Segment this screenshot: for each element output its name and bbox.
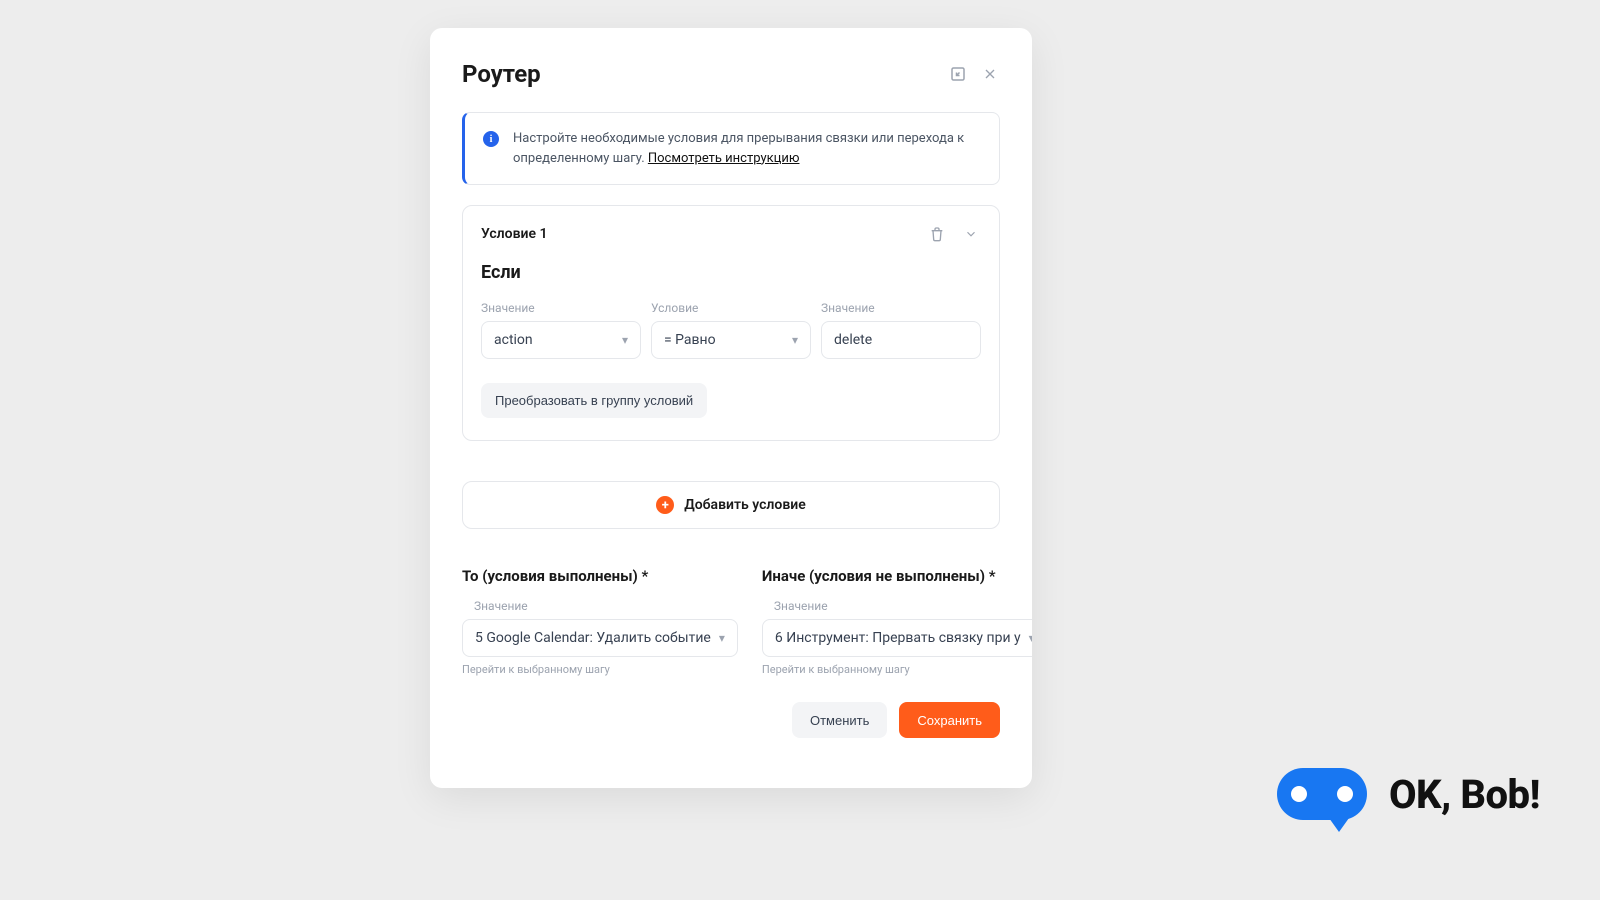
operator-value-text: = Равно	[664, 332, 716, 348]
then-title: То (условия выполнены) *	[462, 567, 738, 585]
operator-field: Условие = Равно ▾	[651, 301, 811, 359]
add-condition-button[interactable]: + Добавить условие	[462, 481, 1000, 529]
info-banner: Настройте необходимые условия для прерыв…	[462, 112, 1000, 185]
condition-header: Условие 1	[481, 224, 981, 244]
logo-dot	[1291, 786, 1307, 802]
else-label: Значение	[774, 599, 1032, 613]
plus-icon: +	[656, 496, 674, 514]
save-button[interactable]: Сохранить	[899, 702, 1000, 738]
then-value-text: 5 Google Calendar: Удалить событие	[475, 630, 711, 646]
then-select[interactable]: 5 Google Calendar: Удалить событие ▾	[462, 619, 738, 657]
left-label: Значение	[481, 301, 641, 315]
right-value-input[interactable]: delete	[821, 321, 981, 359]
info-link[interactable]: Посмотреть инструкцию	[648, 151, 800, 166]
else-branch: Иначе (условия не выполнены) * Значение …	[762, 567, 1032, 676]
left-value-select[interactable]: action ▾	[481, 321, 641, 359]
expand-icon[interactable]	[948, 64, 968, 84]
trash-icon[interactable]	[927, 224, 947, 244]
left-value-text: action	[494, 332, 533, 348]
right-value-text: delete	[834, 332, 872, 348]
chevron-down-icon: ▾	[622, 333, 628, 347]
convert-to-group-button[interactable]: Преобразовать в группу условий	[481, 383, 707, 418]
else-hint: Перейти к выбранному шагу	[762, 663, 1032, 676]
modal-footer: Отменить Сохранить	[462, 702, 1000, 738]
else-title: Иначе (условия не выполнены) *	[762, 567, 1032, 585]
cancel-button[interactable]: Отменить	[792, 702, 887, 738]
right-field: Значение delete	[821, 301, 981, 359]
right-label: Значение	[821, 301, 981, 315]
brand-overlay: OK, Bob!	[1277, 768, 1540, 820]
modal-header: Роутер	[462, 60, 1000, 88]
condition-title: Условие 1	[481, 226, 547, 242]
then-branch: То (условия выполнены) * Значение 5 Goog…	[462, 567, 738, 676]
operator-select[interactable]: = Равно ▾	[651, 321, 811, 359]
logo-dot	[1337, 786, 1353, 802]
brand-text: OK, Bob!	[1389, 771, 1540, 818]
add-condition-label: Добавить условие	[684, 497, 806, 513]
left-field: Значение action ▾	[481, 301, 641, 359]
operator-label: Условие	[651, 301, 811, 315]
condition-card: Условие 1 Если Значение action ▾ Усло	[462, 205, 1000, 441]
else-select[interactable]: 6 Инструмент: Прервать связку при у ▾	[762, 619, 1032, 657]
chevron-down-icon: ▾	[719, 631, 725, 645]
chevron-down-icon: ▾	[792, 333, 798, 347]
branches: То (условия выполнены) * Значение 5 Goog…	[462, 567, 1000, 676]
if-label: Если	[481, 262, 981, 283]
info-text: Настройте необходимые условия для прерыв…	[513, 129, 981, 168]
then-hint: Перейти к выбранному шагу	[462, 663, 738, 676]
brand-logo-icon	[1277, 768, 1367, 820]
close-icon[interactable]	[980, 64, 1000, 84]
modal-title: Роутер	[462, 60, 541, 88]
condition-fields: Значение action ▾ Условие = Равно ▾ Знач…	[481, 301, 981, 359]
header-actions	[948, 64, 1000, 84]
condition-actions	[927, 224, 981, 244]
else-value-text: 6 Инструмент: Прервать связку при у	[775, 630, 1021, 646]
chevron-down-icon: ▾	[1029, 631, 1032, 645]
chevron-down-icon[interactable]	[961, 224, 981, 244]
then-label: Значение	[474, 599, 738, 613]
info-icon	[483, 131, 499, 147]
router-modal: Роутер Настройте необходимые условия для…	[430, 28, 1032, 788]
